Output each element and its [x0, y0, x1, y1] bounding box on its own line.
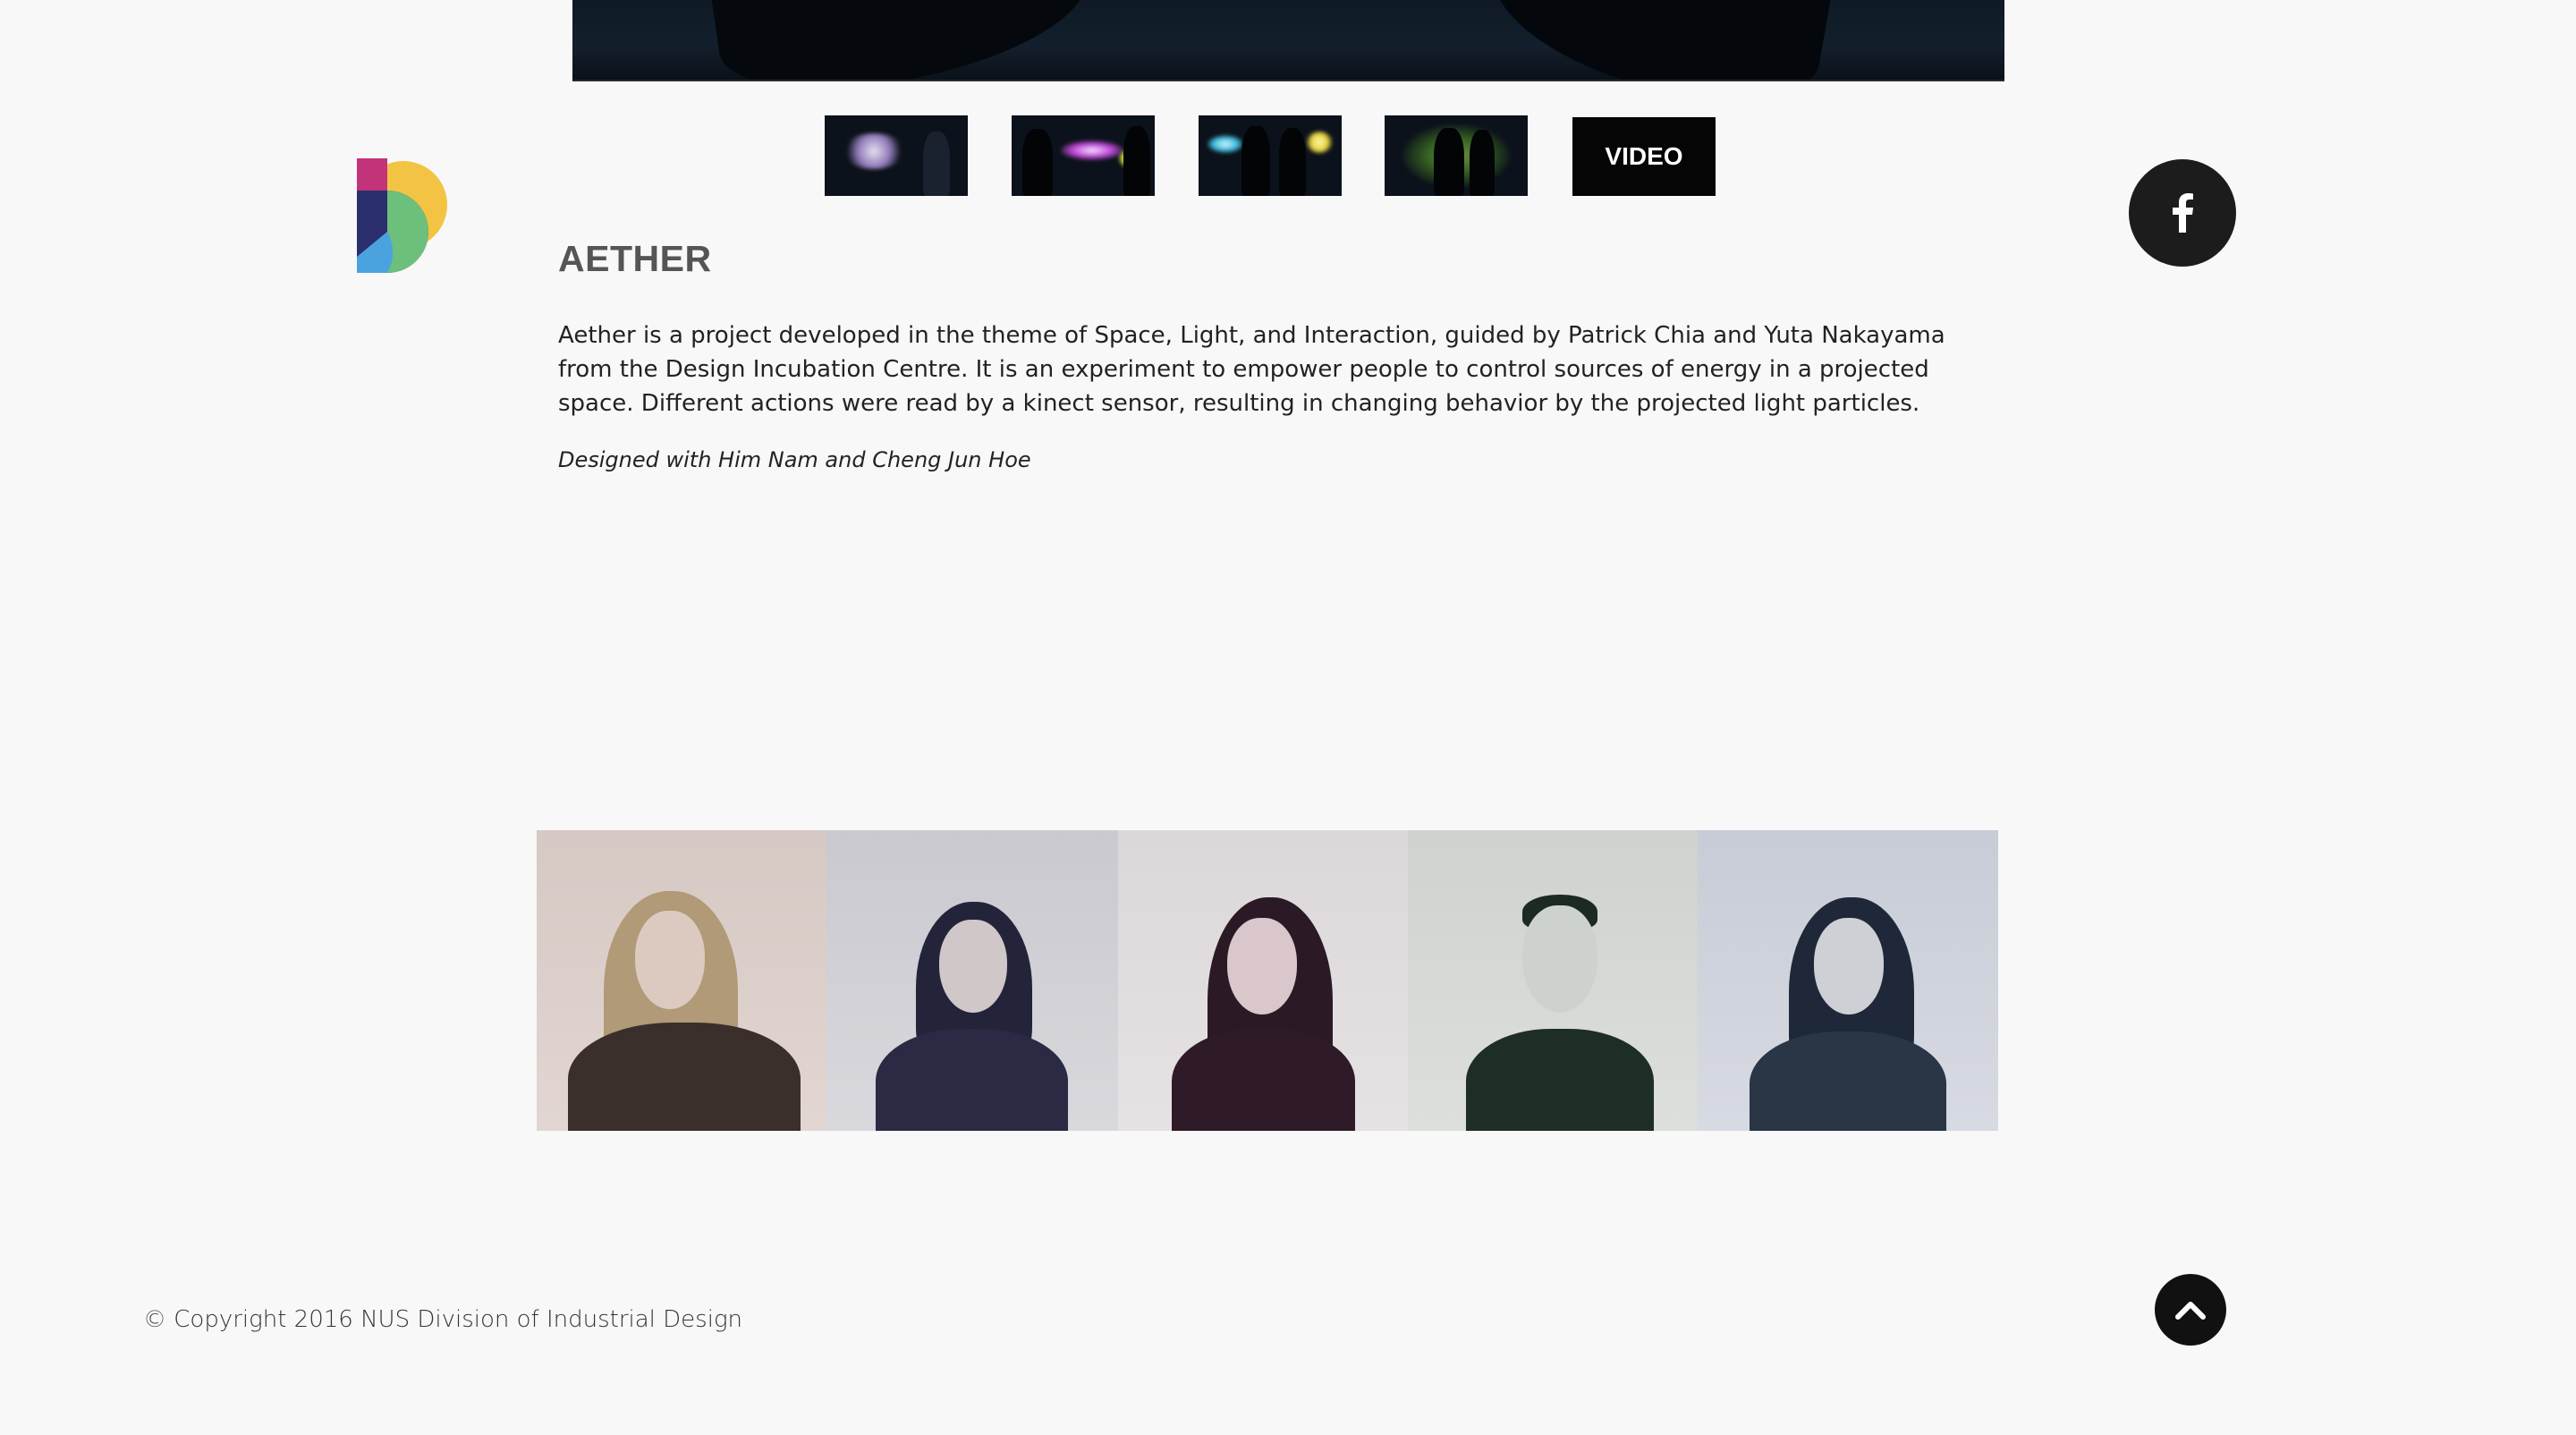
team-photos — [537, 830, 1998, 1131]
project-page: VIDEO AETHER Aether is a project develop… — [0, 0, 2576, 1435]
gallery-thumbnail-4[interactable] — [1385, 115, 1528, 196]
hero-image — [572, 0, 2004, 81]
team-portrait-2 — [826, 830, 1118, 1131]
copyright-text: © Copyright 2016 NUS Division of Industr… — [143, 1306, 743, 1333]
portrait-face — [635, 911, 705, 1009]
light-particles — [843, 133, 905, 169]
portrait-body — [1750, 1032, 1946, 1131]
facebook-icon — [2173, 193, 2193, 233]
site-logo[interactable] — [357, 158, 450, 273]
team-portrait-1 — [537, 830, 826, 1131]
project-title: AETHER — [558, 238, 712, 279]
person-silhouette — [1434, 128, 1464, 196]
project-description: Aether is a project developed in the the… — [558, 322, 1945, 417]
logo-icon — [357, 158, 447, 273]
person-silhouette — [1123, 126, 1150, 196]
person-silhouette — [1470, 130, 1495, 196]
gallery-thumbnail-3[interactable] — [1199, 115, 1342, 196]
portrait-body — [1172, 1029, 1355, 1131]
gallery-thumbnail-2[interactable] — [1012, 115, 1155, 196]
light-particles — [1061, 140, 1123, 160]
person-silhouette — [1241, 126, 1270, 196]
portrait-face — [939, 920, 1007, 1013]
portrait-body — [1466, 1029, 1654, 1131]
team-portrait-3 — [1118, 830, 1408, 1131]
project-credit: Designed with Him Nam and Cheng Jun Hoe — [558, 447, 1031, 472]
team-portrait-5 — [1698, 830, 1998, 1131]
facebook-share-button[interactable] — [2129, 159, 2236, 267]
portrait-face — [1522, 905, 1597, 1013]
portrait-face — [1227, 918, 1297, 1015]
team-portrait-4 — [1408, 830, 1698, 1131]
person-silhouette — [923, 132, 950, 196]
hero-silhouette-right — [1475, 0, 1836, 80]
light-particles — [1306, 132, 1333, 153]
video-button[interactable]: VIDEO — [1572, 117, 1716, 196]
portrait-body — [876, 1029, 1068, 1131]
chevron-up-icon — [2175, 1302, 2206, 1320]
light-particles — [1208, 135, 1243, 153]
portrait-body — [568, 1023, 801, 1131]
hero-silhouette-left — [708, 0, 1099, 80]
gallery-thumbnail-1[interactable] — [825, 115, 968, 196]
person-silhouette — [1022, 129, 1053, 196]
person-silhouette — [1279, 128, 1306, 196]
back-to-top-button[interactable] — [2155, 1274, 2226, 1346]
portrait-face — [1814, 918, 1884, 1015]
